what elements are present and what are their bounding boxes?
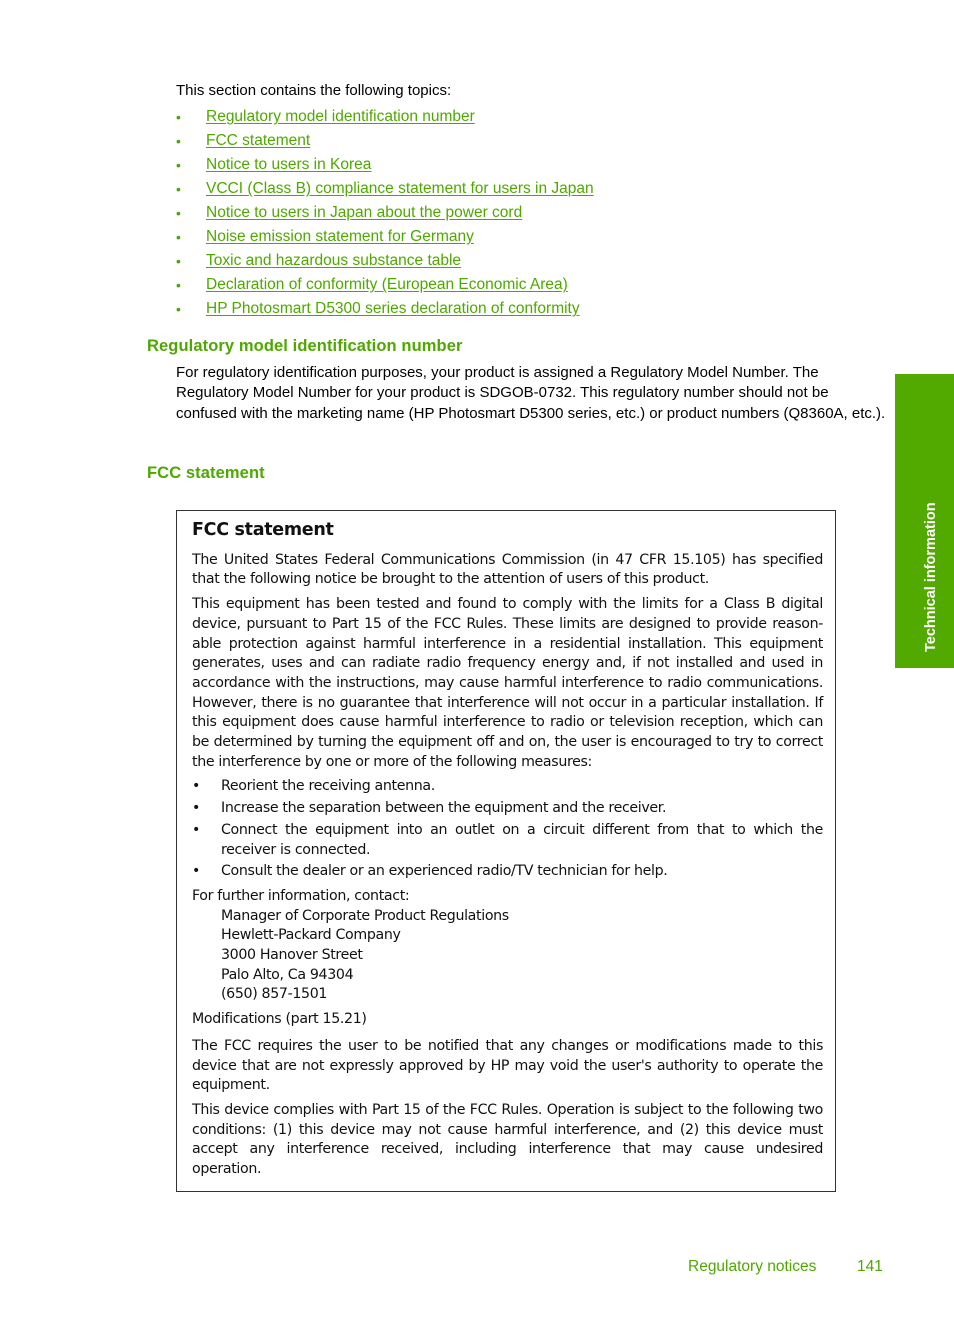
box-title: FCC statement — [192, 520, 334, 540]
bullet-icon: • — [176, 133, 181, 149]
measure-item: • Connect the equipment into an outlet on… — [192, 821, 823, 858]
topic-item: • Notice to users in Korea — [176, 153, 594, 177]
bullet-icon: • — [176, 277, 181, 293]
contact-line: Palo Alto, Ca 94304 — [221, 966, 354, 983]
fcc-statement-box: FCC statement The United States Federal … — [176, 510, 836, 1192]
fcc-paragraph: The FCC requires the user to be notified… — [192, 1037, 823, 1094]
bullet-icon: • — [176, 181, 181, 197]
measure-item: • Increase the separation between the equ… — [192, 799, 823, 819]
topic-item: • FCC statement — [176, 129, 594, 153]
topic-link[interactable]: VCCI (Class B) compliance statement for … — [206, 180, 594, 198]
intro-text: This section contains the following topi… — [176, 82, 452, 99]
contact-address: Manager of Corporate Product Regulations… — [192, 907, 823, 1006]
section-side-tab: Technical information — [895, 374, 954, 668]
topic-link[interactable]: Declaration of conformity (European Econ… — [206, 276, 568, 294]
bullet-icon: • — [176, 229, 181, 245]
topic-item: • Regulatory model identification number — [176, 105, 594, 129]
regulatory-heading: Regulatory model identification number — [147, 337, 463, 355]
modifications-label: Modifications (part 15.21) — [192, 1011, 367, 1028]
measure-item: • Reorient the receiving antenna. — [192, 777, 823, 797]
fcc-paragraph: The United States Federal Communications… — [192, 551, 823, 588]
topic-item: • Notice to users in Japan about the powe… — [176, 201, 594, 225]
bullet-icon: • — [176, 109, 181, 125]
regulatory-text: For regulatory identification purposes, … — [176, 364, 886, 422]
footer-page-number: 141 — [857, 1258, 883, 1275]
topic-link[interactable]: Toxic and hazardous substance table — [206, 252, 461, 270]
topic-link[interactable]: Regulatory model identification number — [206, 108, 475, 126]
contact-line: 3000 Hanover Street — [221, 947, 363, 964]
topic-link[interactable]: Noise emission statement for Germany — [206, 228, 474, 246]
bullet-icon: • — [176, 301, 181, 317]
bullet-icon: • — [176, 205, 181, 221]
fcc-paragraph: This equipment has been tested and found… — [192, 596, 823, 770]
contact-intro: For further information, contact: — [192, 887, 410, 904]
fcc-heading: FCC statement — [147, 464, 265, 482]
contact-line: Hewlett-Packard Company — [221, 927, 401, 944]
topic-link[interactable]: HP Photosmart D5300 series declaration o… — [206, 300, 580, 318]
bullet-icon: • — [192, 821, 201, 838]
topic-link[interactable]: Notice to users in Korea — [206, 156, 371, 174]
topics-list: • Regulatory model identification number … — [176, 105, 594, 321]
topic-link[interactable]: FCC statement — [206, 132, 310, 150]
contact-line: (650) 857-1501 — [221, 986, 328, 1003]
topic-item: • VCCI (Class B) compliance statement for… — [176, 177, 594, 201]
bullet-icon: • — [192, 800, 201, 817]
bullet-icon: • — [176, 157, 181, 173]
bullet-icon: • — [192, 863, 201, 880]
topic-item: • Declaration of conformity (European Eco… — [176, 273, 594, 297]
topic-link[interactable]: Notice to users in Japan about the power… — [206, 204, 522, 222]
contact-line: Manager of Corporate Product Regulations — [221, 907, 509, 924]
bullet-icon: • — [192, 778, 201, 795]
topic-item: • HP Photosmart D5300 series declaration … — [176, 297, 594, 321]
fcc-paragraph: This device complies with Part 15 of the… — [192, 1101, 823, 1178]
side-tab-label: Technical information — [922, 502, 939, 652]
topic-item: • Toxic and hazardous substance table — [176, 249, 594, 273]
measures-list: • Reorient the receiving antenna. • Increa… — [192, 777, 823, 882]
measure-item: • Consult the dealer or an experienced ra… — [192, 862, 823, 882]
bullet-icon: • — [176, 253, 181, 269]
footer-section-name: Regulatory notices — [688, 1258, 817, 1275]
topic-item: • Noise emission statement for Germany — [176, 225, 594, 249]
